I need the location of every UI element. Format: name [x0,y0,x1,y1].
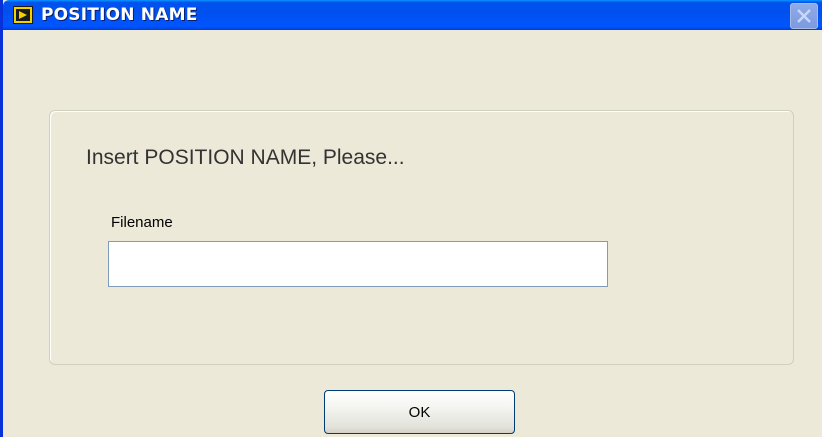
filename-label: Filename [111,214,173,231]
prompt-text: Insert POSITION NAME, Please... [86,146,405,169]
window-title: POSITION NAME [41,5,198,25]
title-bar[interactable]: POSITION NAME [3,0,822,30]
ok-button[interactable]: OK [324,390,515,434]
close-button[interactable] [790,3,818,29]
dialog-window: POSITION NAME Insert POSITION NAME, Plea… [0,0,822,437]
labview-vi-icon [13,6,33,24]
filename-input[interactable] [108,241,608,287]
